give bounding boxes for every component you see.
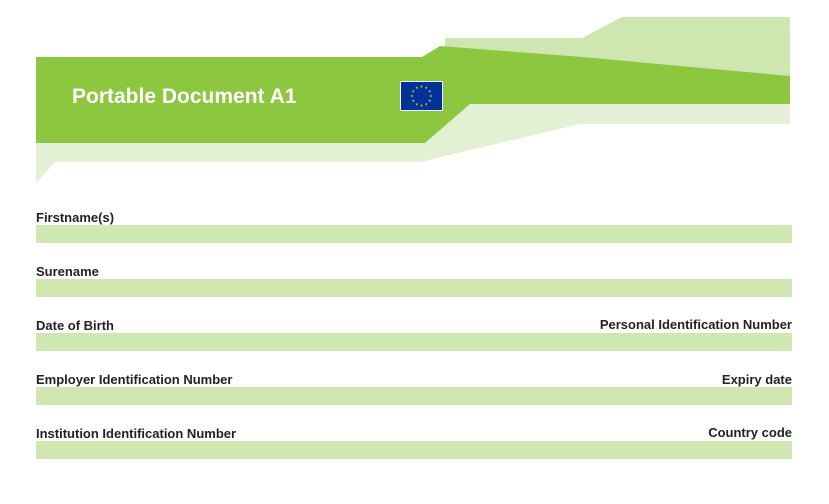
institution-id-label: Institution Identification Number [36, 426, 237, 441]
personal-id-label: Personal Identification Number [599, 317, 792, 332]
employer-id-field[interactable] [36, 387, 792, 405]
institution-id-field[interactable] [36, 441, 792, 459]
document-title: Portable Document A1 [72, 85, 297, 108]
eu-flag-icon [400, 81, 443, 111]
firstnames-field[interactable] [36, 225, 792, 243]
date-of-birth-label: Date of Birth [36, 318, 114, 333]
firstnames-label: Firstname(s) [36, 210, 115, 225]
date-of-birth-field[interactable] [36, 333, 792, 351]
surname-label: Surename [36, 264, 99, 279]
surname-field[interactable] [36, 279, 792, 297]
employer-id-label: Employer Identification Number [36, 372, 233, 387]
country-code-label: Country code [708, 425, 792, 440]
expiry-date-label: Expiry date [721, 372, 792, 387]
